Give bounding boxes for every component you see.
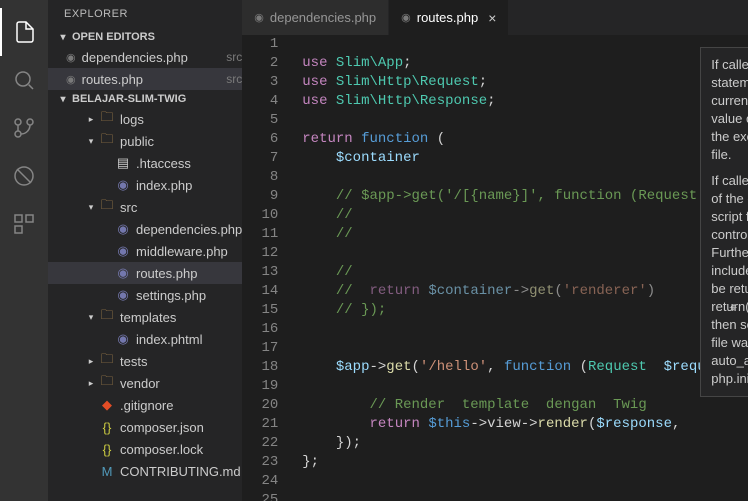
tree-label: .gitignore [120,398,242,413]
file-icon: ◆ [98,397,116,413]
chevron-icon: ▾ [84,136,98,147]
file-icon: M [98,464,116,479]
file-icon: ◉ [114,287,132,303]
file-item[interactable]: ◉ settings.php [48,284,242,306]
file-item[interactable]: ◉ middleware.php [48,240,242,262]
file-icon: ▤ [114,155,132,171]
file-icon: {} [98,420,116,435]
eye-icon: ◉ [254,11,264,24]
file-icon: {} [98,442,116,457]
activity-bar [0,0,48,501]
open-editor-item[interactable]: ◉ dependencies.php src [48,46,242,68]
file-icon: ◉ [114,265,132,281]
eye-icon: ◉ [66,73,76,86]
file-item[interactable]: ◉ index.phtml [48,328,242,350]
project-label: BELAJAR-SLIM-TWIG [72,93,186,105]
open-editors-list: ◉ dependencies.php src ◉ routes.php src [48,46,242,90]
file-icon: ◉ [114,177,132,193]
folder-icon: 🗀 [98,306,116,328]
file-item[interactable]: {} composer.lock [48,438,242,460]
open-editor-item[interactable]: ◉ routes.php src [48,68,242,90]
code-editor[interactable]: 1234567891011121314151617181920212223242… [242,35,748,501]
folder-item[interactable]: ▸🗀 tests [48,350,242,372]
file-icon: ◉ [114,243,132,259]
folder-icon: 🗀 [98,130,116,152]
folder-item[interactable]: ▾🗀 templates [48,306,242,328]
folder-icon: 🗀 [98,108,116,130]
editor-area: ◉ dependencies.php ◉ routes.php × 123456… [242,0,748,501]
eye-icon: ◉ [66,51,76,64]
open-editors-label: OPEN EDITORS [72,31,155,43]
file-item[interactable]: ◉ dependencies.php [48,218,242,240]
tab-dependencies[interactable]: ◉ dependencies.php [242,0,389,35]
tree-label: public [120,134,242,149]
chevron-icon: ▸ [84,378,98,389]
file-item[interactable]: ◉ index.php [48,174,242,196]
tree-label: composer.lock [120,442,242,457]
chevron-icon: ▾ [84,202,98,213]
sidebar-title: EXPLORER [48,0,242,28]
file-item[interactable]: M CONTRIBUTING.md [48,460,242,482]
chevron-down-icon: ▾ [56,94,70,105]
tree-label: index.php [136,178,242,193]
chevron-icon: ▸ [84,356,98,367]
close-icon[interactable]: × [488,10,496,26]
extensions-icon[interactable] [0,200,48,248]
chevron-down-icon: ▾ [56,32,70,43]
chevron-icon: ▾ [84,312,98,323]
source-control-icon[interactable] [0,104,48,152]
chevron-icon: ▸ [84,114,98,125]
folder-item[interactable]: ▸🗀 vendor [48,372,242,394]
debug-icon[interactable] [0,152,48,200]
file-icon: ◉ [114,331,132,347]
code-content: use Slim\App;use Slim\Http\Request;use S… [292,35,748,501]
folder-item[interactable]: ▸🗀 logs [48,108,242,130]
tree-label: settings.php [136,288,242,303]
file-item[interactable]: ◆ .gitignore [48,394,242,416]
sidebar: EXPLORER ▾ OPEN EDITORS ◉ dependencies.p… [48,0,242,501]
tree-label: composer.json [120,420,242,435]
folder-icon: 🗀 [98,350,116,372]
tree-label: middleware.php [136,244,242,259]
tree-label: routes.php [136,266,242,281]
explorer-icon[interactable] [0,8,48,56]
tree-label: dependencies.php [136,222,242,237]
tree-label: vendor [120,376,242,391]
project-header[interactable]: ▾ BELAJAR-SLIM-TWIG [48,90,242,108]
tree-label: logs [120,112,242,127]
tab-routes[interactable]: ◉ routes.php × [389,0,509,35]
eye-icon: ◉ [401,11,411,24]
tooltip-paragraph: If called from the global scope, then ex… [711,172,748,388]
file-icon: ◉ [114,221,132,237]
search-icon[interactable] [0,56,48,104]
folder-icon: 🗀 [98,196,116,218]
file-tree: ▸🗀logs▾🗀public▤.htaccess◉index.php▾🗀src◉… [48,108,242,501]
folder-item[interactable]: ▾🗀 src [48,196,242,218]
tree-label: index.phtml [136,332,242,347]
editor-tabs: ◉ dependencies.php ◉ routes.php × [242,0,748,35]
folder-item[interactable]: ▾🗀 public [48,130,242,152]
tree-label: .htaccess [136,156,242,171]
tree-label: src [120,200,242,215]
open-editors-header[interactable]: ▾ OPEN EDITORS [48,28,242,46]
line-numbers: 1234567891011121314151617181920212223242… [242,35,292,501]
tooltip-paragraph: If called from within a function, the re… [711,56,748,164]
hover-documentation: If called from within a function, the re… [700,47,748,397]
tree-label: tests [120,354,242,369]
tree-label: templates [120,310,242,325]
folder-icon: 🗀 [98,372,116,394]
file-item[interactable]: ▤ .htaccess [48,152,242,174]
file-item[interactable]: ◉ routes.php [48,262,242,284]
file-item[interactable]: {} composer.json [48,416,242,438]
tree-label: CONTRIBUTING.md [120,464,242,479]
